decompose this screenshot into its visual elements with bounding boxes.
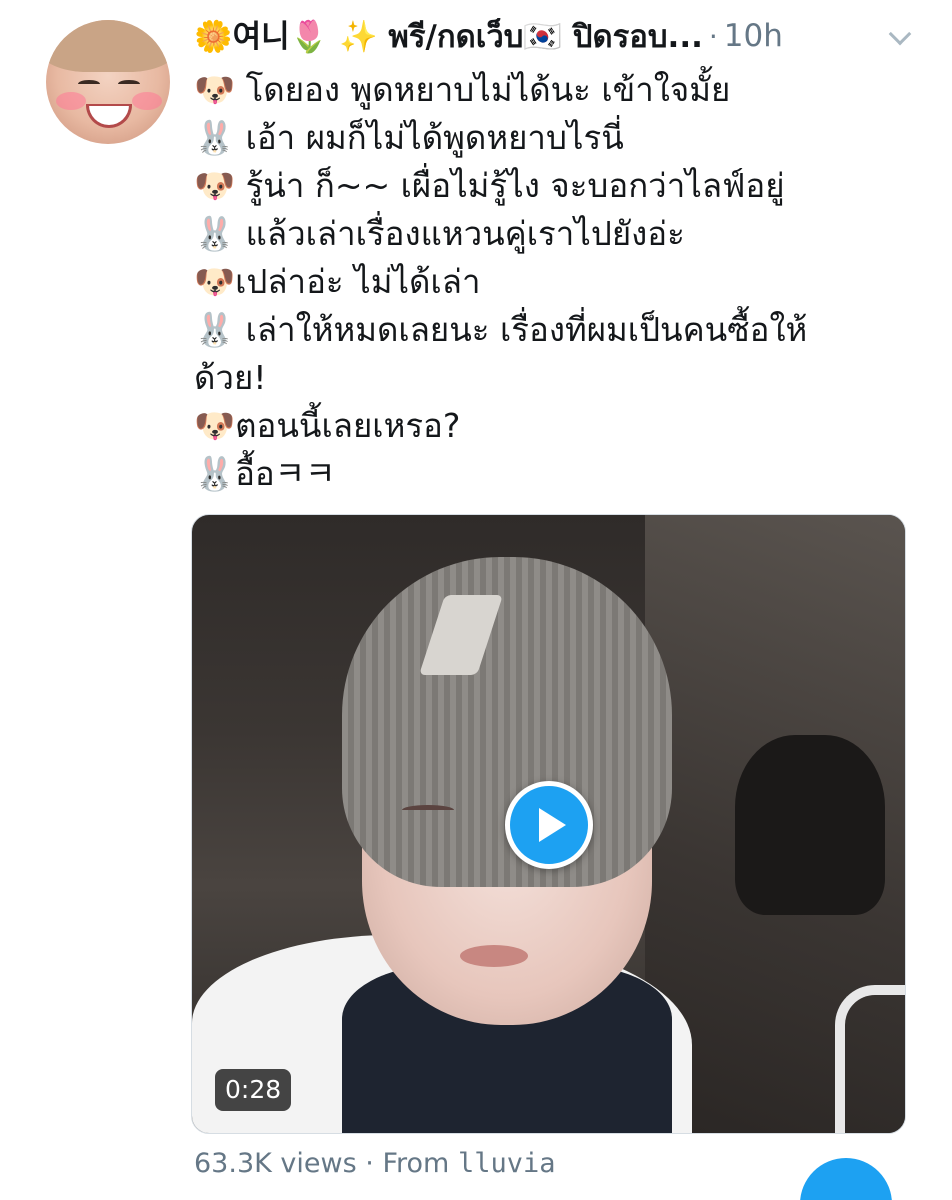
display-name[interactable]: 🌼여니🌷 ✨ พรี/กดเว็บ🇰🇷 ปิดรอบ... [194,11,703,61]
compose-button[interactable] [800,1158,892,1200]
tweet-line: 🐰 เอ้า ผมก็ไม่ได้พูดหยาบไรนี่ [194,118,624,157]
tweet-text: 🐶 โดยอง พูดหยาบไม่ได้นะ เข้าใจมั้ย 🐰 เอ้… [194,66,894,498]
tweet-header: 🌼여니🌷 ✨ พรี/กดเว็บ🇰🇷 ปิดรอบ... · 10h [194,12,914,60]
play-icon [539,808,566,842]
tweet-line: 🐰 เล่าให้หมดเลยนะ เรื่องที่ผมเป็นคนซื้อใ… [194,310,808,349]
tweet-line: ด้วย! [194,358,267,397]
view-count: 63.3K views [194,1148,357,1179]
tweet-line: 🐰อื้อㅋㅋ [194,454,336,493]
tweet-line: 🐶ตอนนี้เลยเหรอ? [194,406,461,445]
video-player[interactable]: 0:28 [191,514,906,1134]
timestamp[interactable]: 10h [724,18,783,54]
source-link[interactable]: lluvia [458,1148,556,1179]
play-button[interactable] [505,781,593,869]
tweet-line: 🐶 โดยอง พูดหยาบไม่ได้นะ เข้าใจมั้ย [194,70,731,109]
tweet-footer: 63.3K views · From lluvia [194,1148,555,1179]
header-separator: · [708,19,718,53]
tweet-line: 🐰 แล้วเล่าเรื่องแหวนคู่เราไปยังอ่ะ [194,214,685,253]
tweet-line: 🐶เปล่าอ่ะ ไม่ได้เล่า [194,262,481,301]
video-duration-badge: 0:28 [215,1069,292,1111]
tweet-line: 🐶 รู้น่า ก็~~ เผื่อไม่รู้ไง จะบอกว่าไลฟ์… [194,166,785,205]
avatar[interactable] [46,20,170,144]
footer-separator: · [365,1148,374,1179]
chevron-down-icon[interactable] [888,22,912,46]
from-label: From [382,1148,450,1179]
